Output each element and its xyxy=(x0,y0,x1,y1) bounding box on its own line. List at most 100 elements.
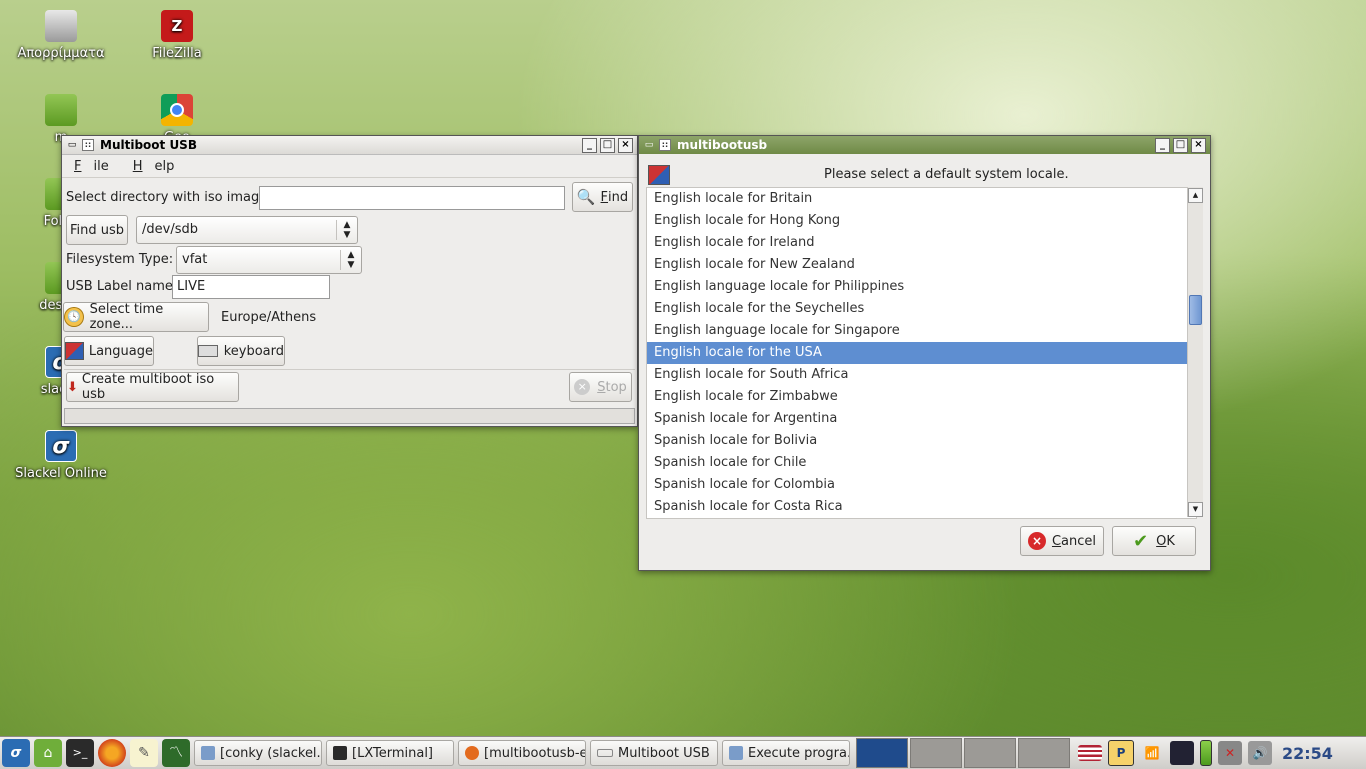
package-manager-icon[interactable]: P xyxy=(1108,740,1134,766)
ok-button[interactable]: ✔ OK xyxy=(1112,526,1196,556)
clock[interactable]: 22:54 xyxy=(1282,744,1333,763)
minimize-icon[interactable]: _ xyxy=(582,137,597,153)
locale-list-item[interactable]: English locale for Britain xyxy=(647,188,1196,210)
desktop-icon-slackel-online[interactable]: σ Slackel Online xyxy=(11,430,111,481)
desktop-icon-filezilla[interactable]: Z FileZilla xyxy=(127,10,227,61)
iso-directory-input[interactable] xyxy=(259,186,565,210)
menu-file[interactable]: File xyxy=(70,159,117,174)
keyboard-button[interactable]: keyboard xyxy=(197,336,285,366)
filezilla-icon: Z xyxy=(161,10,193,42)
workspace-pager xyxy=(856,738,1072,768)
maximize-icon[interactable]: □ xyxy=(600,137,615,153)
workspace-2[interactable] xyxy=(910,738,962,768)
locale-list-item[interactable]: English locale for South Africa xyxy=(647,364,1196,386)
multiboot-usb-window: ▭ :: Multiboot USB _ □ × File Help Selec… xyxy=(61,135,638,427)
chevron-updown-icon: ▲ ▼ xyxy=(340,250,361,270)
locale-list-item[interactable]: Spanish locale for Costa Rica xyxy=(647,496,1196,518)
task-conky[interactable]: [conky (slackel.... xyxy=(194,740,322,766)
workspace-1[interactable] xyxy=(856,738,908,768)
usb-label-name-input[interactable]: LIVE xyxy=(172,275,330,299)
scroll-up-icon[interactable]: ▲ xyxy=(1188,188,1203,203)
window-menu-icon[interactable]: ▭ xyxy=(66,140,78,150)
slackel-menu-icon[interactable]: σ xyxy=(2,739,30,767)
workspace-4[interactable] xyxy=(1018,738,1070,768)
task-execute-program[interactable]: Execute progra... xyxy=(722,740,850,766)
locale-list-item[interactable]: Spanish locale for Argentina xyxy=(647,408,1196,430)
locale-list-item[interactable]: English locale for Hong Kong xyxy=(647,210,1196,232)
scroll-down-icon[interactable]: ▼ xyxy=(1188,502,1203,517)
wireless-icon[interactable]: 📶 xyxy=(1140,741,1164,765)
chevron-updown-icon: ▲ ▼ xyxy=(336,220,357,240)
volume-icon[interactable]: 🔊 xyxy=(1248,741,1272,765)
filesystem-type-select[interactable]: vfat ▲ ▼ xyxy=(176,246,362,274)
minimize-icon[interactable]: _ xyxy=(1155,137,1170,153)
progress-bar xyxy=(64,408,635,424)
locale-list-scrollbar[interactable]: ▲ ▼ xyxy=(1187,187,1203,517)
desktop-icon-label: Απορρίμματα xyxy=(17,46,105,61)
maximize-icon[interactable]: □ xyxy=(1173,137,1188,153)
battery-icon[interactable] xyxy=(1200,740,1212,766)
find-usb-button[interactable]: Find usb xyxy=(66,215,128,245)
us-flag-icon[interactable] xyxy=(1078,745,1102,761)
locale-list-item[interactable]: English locale for Zimbabwe xyxy=(647,386,1196,408)
text-editor-icon[interactable]: ✎ xyxy=(130,739,158,767)
window-titlebar[interactable]: ▭ :: Multiboot USB _ □ × xyxy=(62,136,637,155)
taskbar: σ ⌂ >_ ✎ 〽 [conky (slackel.... [LXTermin… xyxy=(0,736,1366,769)
window-grip-icon[interactable]: :: xyxy=(659,139,671,151)
language-button[interactable]: Language xyxy=(64,336,154,366)
create-multiboot-button[interactable]: ⬇ Create multiboot iso usb xyxy=(66,372,239,402)
stop-button[interactable]: × Stop xyxy=(569,372,632,402)
language-flags-icon xyxy=(648,165,670,185)
desktop-icon-label: FileZilla xyxy=(152,46,202,61)
system-monitor-icon[interactable]: 〽 xyxy=(162,739,190,767)
clock-icon: 🕓 xyxy=(64,307,84,327)
locale-list-item[interactable]: Spanish locale for Colombia xyxy=(647,474,1196,496)
menu-help[interactable]: Help xyxy=(129,159,183,174)
trash-icon xyxy=(45,10,77,42)
network-disconnected-icon[interactable]: ✕ xyxy=(1218,741,1242,765)
select-time-zone-button[interactable]: 🕓 Select time zone... xyxy=(63,302,209,332)
language-flags-icon xyxy=(65,342,84,360)
window-icon xyxy=(729,746,743,760)
terminal-icon xyxy=(333,746,347,760)
cancel-icon: × xyxy=(1027,532,1046,550)
locale-list-item[interactable]: English language locale for Philippines xyxy=(647,276,1196,298)
usb-device-select[interactable]: /dev/sdb ▲ ▼ xyxy=(136,216,358,244)
desktop-icon-label: Slackel Online xyxy=(15,466,107,481)
locale-list-item[interactable]: English locale for the Seychelles xyxy=(647,298,1196,320)
close-icon[interactable]: × xyxy=(1191,137,1206,153)
window-grip-icon[interactable]: :: xyxy=(82,139,94,151)
desktop-icon-trash[interactable]: Απορρίμματα xyxy=(11,10,111,61)
checkmark-icon: ✔ xyxy=(1133,530,1149,552)
locale-list-item[interactable]: English locale for the USA xyxy=(647,342,1196,364)
keyboard-icon xyxy=(198,345,218,357)
task-multiboot-usb[interactable]: Multiboot USB xyxy=(590,740,718,766)
workspace-3[interactable] xyxy=(964,738,1016,768)
locale-prompt: Please select a default system locale. xyxy=(824,167,1069,182)
menubar: File Help xyxy=(62,155,637,178)
close-icon[interactable]: × xyxy=(618,137,633,153)
window-title: Multiboot USB xyxy=(100,138,197,152)
locale-list: English locale for Britain English locale… xyxy=(646,187,1197,519)
home-folder-icon[interactable]: ⌂ xyxy=(34,739,62,767)
window-title: multibootusb xyxy=(677,138,768,152)
locale-list-item[interactable]: English language locale for Singapore xyxy=(647,320,1196,342)
locale-list-item[interactable]: Spanish locale for Chile xyxy=(647,452,1196,474)
network-monitor-icon[interactable] xyxy=(1170,741,1194,765)
cancel-button[interactable]: × Cancel xyxy=(1020,526,1104,556)
window-menu-icon[interactable]: ▭ xyxy=(643,140,655,150)
terminal-icon[interactable]: >_ xyxy=(66,739,94,767)
task-lxterminal[interactable]: [LXTerminal] xyxy=(326,740,454,766)
iso-directory-label: Select directory with iso images: xyxy=(66,190,279,205)
task-firefox[interactable]: [multibootusb-e... xyxy=(458,740,586,766)
window-titlebar[interactable]: ▭ :: multibootusb _ □ × xyxy=(639,136,1210,154)
filesystem-type-label: Filesystem Type: xyxy=(66,252,174,267)
firefox-icon[interactable] xyxy=(98,739,126,767)
find-button[interactable]: 🔍 Find xyxy=(572,182,633,212)
filesystem-type-value: vfat xyxy=(182,252,208,267)
locale-list-item[interactable]: English locale for New Zealand xyxy=(647,254,1196,276)
magnifier-icon: 🔍 xyxy=(576,188,596,206)
locale-list-item[interactable]: English locale for Ireland xyxy=(647,232,1196,254)
locale-list-item[interactable]: Spanish locale for Bolivia xyxy=(647,430,1196,452)
scrollbar-thumb[interactable] xyxy=(1189,295,1202,325)
